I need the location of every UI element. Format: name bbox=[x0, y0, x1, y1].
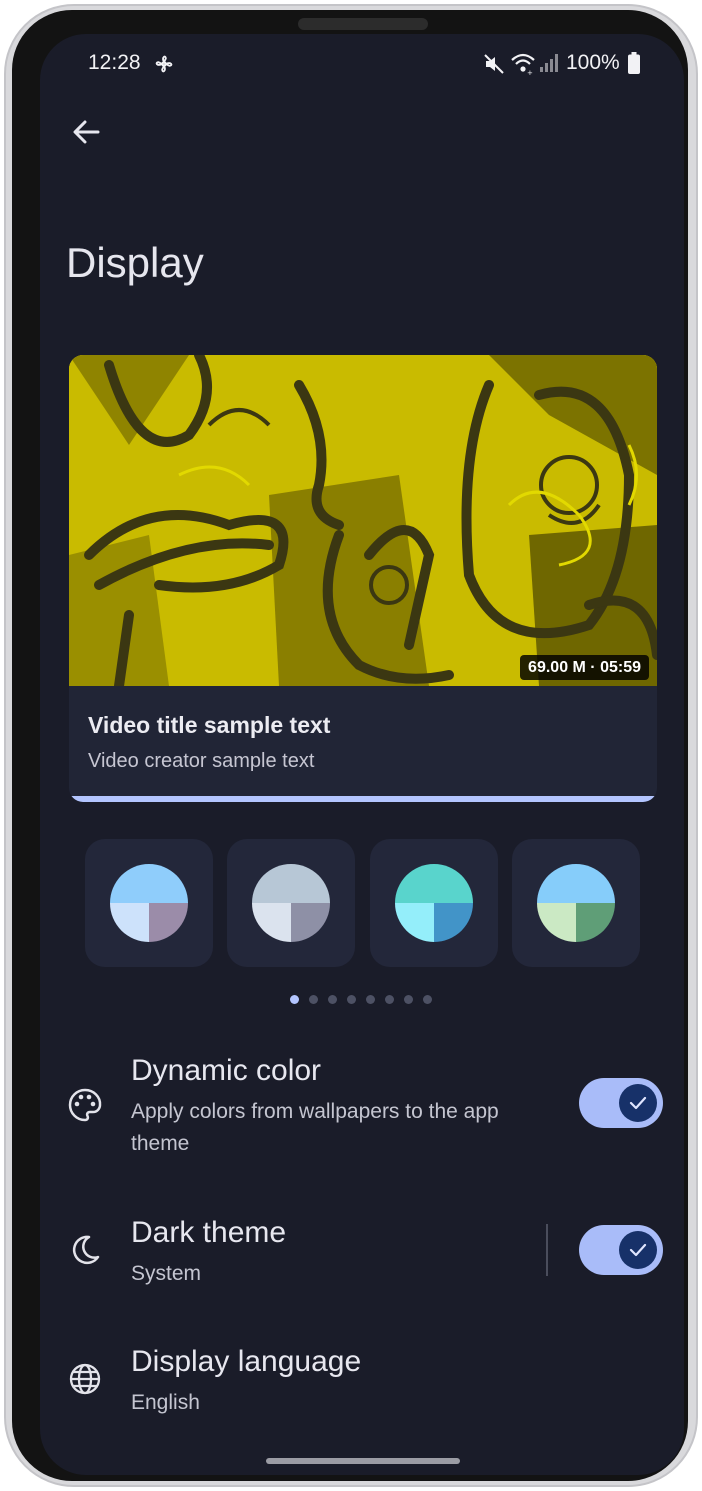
globe-icon bbox=[69, 1363, 101, 1395]
dynamic-color-subtitle-line1: Apply colors from wallpapers to the app bbox=[131, 1100, 499, 1123]
dark-theme-title: Dark theme bbox=[131, 1216, 287, 1249]
pager-dot[interactable] bbox=[290, 995, 299, 1004]
toggle-knob bbox=[619, 1084, 657, 1122]
palette-swatch-3[interactable] bbox=[370, 839, 498, 967]
palette-pager bbox=[290, 995, 440, 1005]
dynamic-color-subtitle-line2: theme bbox=[131, 1132, 190, 1155]
back-button[interactable] bbox=[68, 114, 104, 150]
dark-theme-subtitle: System bbox=[131, 1262, 202, 1285]
status-time: 12:28 bbox=[88, 51, 141, 74]
setting-display-language[interactable]: Display language English bbox=[40, 1339, 684, 1429]
svg-text:+: + bbox=[527, 69, 533, 75]
fan-icon bbox=[155, 55, 173, 73]
palette-preview-icon bbox=[110, 864, 188, 942]
battery-percent: 100% bbox=[566, 51, 620, 74]
pager-dot[interactable] bbox=[423, 995, 432, 1004]
palette-icon bbox=[68, 1088, 102, 1122]
check-icon bbox=[629, 1243, 647, 1257]
dark-theme-toggle[interactable] bbox=[579, 1225, 663, 1275]
video-preview-card[interactable]: 69.00 M · 05:59 Video title sample text … bbox=[69, 355, 657, 802]
palette-preview-icon bbox=[395, 864, 473, 942]
screen: 12:28 + 100% Display 69.00 M · 05:59 Vid… bbox=[40, 34, 684, 1475]
dynamic-color-toggle[interactable] bbox=[579, 1078, 663, 1128]
mute-icon bbox=[484, 54, 504, 74]
dynamic-color-title: Dynamic color bbox=[131, 1054, 322, 1087]
pager-dot[interactable] bbox=[347, 995, 356, 1004]
pager-dot[interactable] bbox=[366, 995, 375, 1004]
video-duration-badge: 69.00 M · 05:59 bbox=[520, 655, 649, 680]
home-indicator[interactable] bbox=[266, 1458, 460, 1464]
palette-swatch-1[interactable] bbox=[85, 839, 213, 967]
signal-icon bbox=[540, 54, 558, 72]
wifi-icon: + bbox=[511, 53, 535, 75]
display-language-title: Display language bbox=[131, 1345, 362, 1378]
video-thumbnail: 69.00 M · 05:59 bbox=[69, 355, 657, 686]
page-title: Display bbox=[66, 239, 204, 286]
pager-dot[interactable] bbox=[328, 995, 337, 1004]
phone-bezel: 12:28 + 100% Display 69.00 M · 05:59 Vid… bbox=[12, 10, 688, 1481]
moon-icon bbox=[72, 1235, 100, 1265]
display-language-subtitle: English bbox=[131, 1391, 200, 1414]
pager-dot[interactable] bbox=[309, 995, 318, 1004]
pager-dot[interactable] bbox=[404, 995, 413, 1004]
status-bar: 12:28 + 100% bbox=[40, 34, 684, 94]
video-title: Video title sample text bbox=[88, 712, 331, 738]
battery-icon bbox=[628, 52, 640, 74]
palette-swatch-4[interactable] bbox=[512, 839, 640, 967]
palette-swatch-2[interactable] bbox=[227, 839, 355, 967]
video-progress-bar bbox=[69, 796, 657, 802]
check-icon bbox=[629, 1096, 647, 1110]
toggle-knob bbox=[619, 1231, 657, 1269]
divider bbox=[546, 1224, 548, 1276]
video-creator: Video creator sample text bbox=[88, 750, 315, 772]
setting-dynamic-color[interactable]: Dynamic color Apply colors from wallpape… bbox=[40, 1049, 684, 1164]
speaker-grille bbox=[298, 18, 428, 30]
palette-preview-icon bbox=[252, 864, 330, 942]
pager-dot[interactable] bbox=[385, 995, 394, 1004]
palette-preview-icon bbox=[537, 864, 615, 942]
